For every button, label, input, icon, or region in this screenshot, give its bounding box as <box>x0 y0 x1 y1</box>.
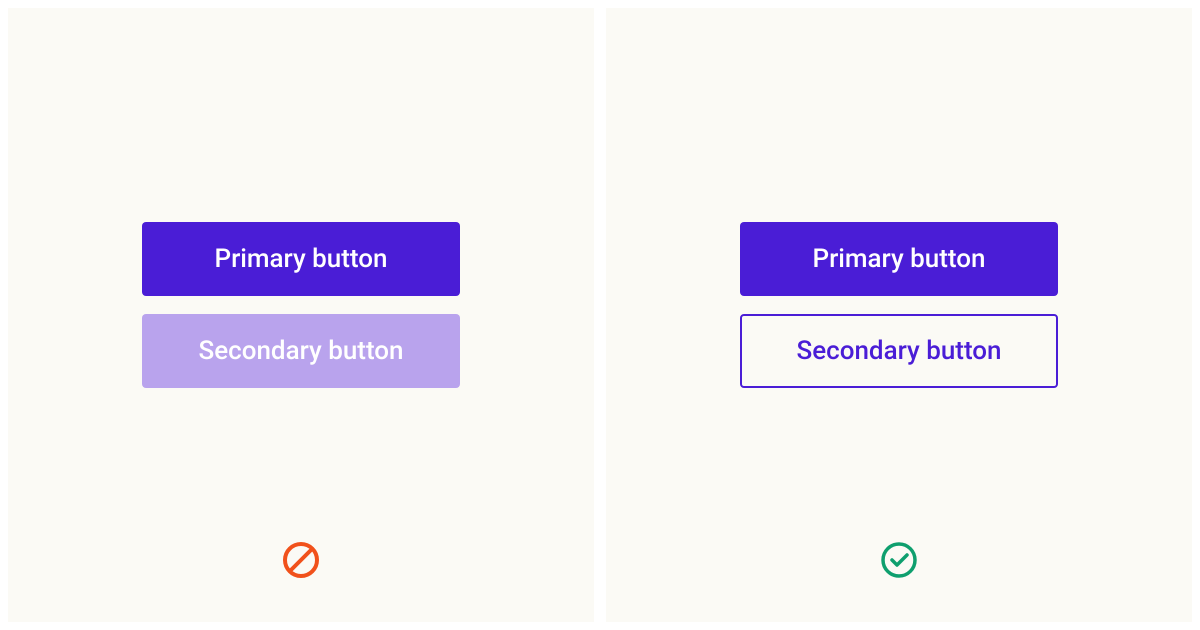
secondary-button[interactable]: Secondary button <box>142 314 460 388</box>
do-panel: Primary button Secondary button <box>606 8 1192 622</box>
dont-button-stack: Primary button Secondary button <box>142 222 460 388</box>
do-button-stack: Primary button Secondary button <box>740 222 1058 388</box>
primary-button[interactable]: Primary button <box>740 222 1058 296</box>
primary-button[interactable]: Primary button <box>142 222 460 296</box>
do-icon <box>879 540 919 580</box>
secondary-button[interactable]: Secondary button <box>740 314 1058 388</box>
dont-panel: Primary button Secondary button <box>8 8 594 622</box>
dont-icon <box>281 540 321 580</box>
